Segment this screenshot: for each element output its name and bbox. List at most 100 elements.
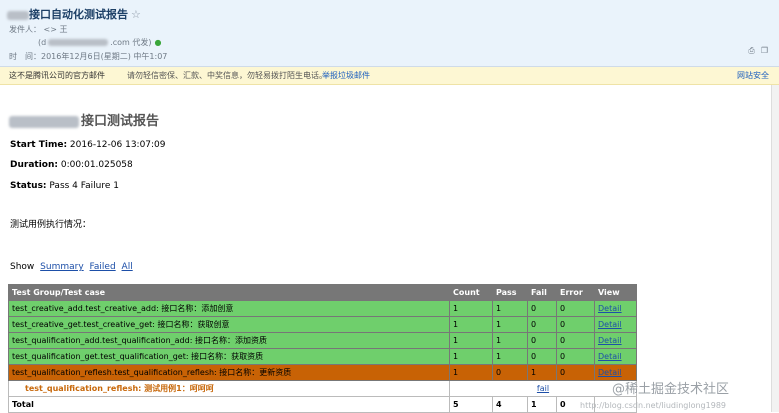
column-header: Fail	[527, 284, 557, 301]
fail-cell: 0	[527, 332, 557, 349]
verified-icon: ●	[154, 38, 162, 47]
subject-text: 接口自动化测试报告	[29, 8, 128, 21]
column-header: Pass	[492, 284, 528, 301]
table-row: test_qualification_get.test_qualificatio…	[8, 348, 637, 365]
count-cell: 1	[449, 364, 493, 381]
start-time-value: 2016-12-06 13:07:09	[69, 140, 166, 150]
fail-cell: 1	[527, 364, 557, 381]
show-failed-link[interactable]: Failed	[90, 262, 116, 272]
error-cell: 0	[556, 300, 595, 317]
from-name-tail: 王	[59, 25, 68, 34]
count-cell: 1	[449, 332, 493, 349]
report-title: 接口测试报告	[9, 110, 159, 129]
detail-link[interactable]: Detail	[598, 320, 622, 329]
report-spam-link[interactable]: 举报垃圾邮件	[322, 67, 370, 84]
warning-text-caution: 请勿轻信密保、汇款、中奖信息，勿轻易拨打陌生电话。	[127, 71, 327, 80]
column-header: Count	[449, 284, 493, 301]
pass-cell: 1	[492, 300, 528, 317]
detail-link[interactable]: Detail	[598, 336, 622, 345]
pass-cell: 0	[492, 364, 528, 381]
failed-case-result: fail	[449, 380, 637, 397]
fail-cell: 0	[527, 348, 557, 365]
mail-subject: 接口自动化测试报告 ☆	[7, 6, 141, 22]
open-window-icon[interactable]: ❐	[761, 46, 774, 55]
fail-cell: 0	[527, 316, 557, 333]
pass-cell: 1	[492, 316, 528, 333]
failed-case-name: test_qualification_reflesh: 测试用例1：呵呵呵	[8, 380, 450, 397]
status-value: Pass 4 Failure 1	[49, 181, 119, 191]
sender-address-line: (d .com 代发) ●	[38, 37, 161, 48]
error-cell: 0	[556, 332, 595, 349]
table-row: test_creative_add.test_creative_add: 接口名…	[8, 300, 637, 317]
from-name[interactable]: <>	[44, 25, 57, 34]
total-label: Total	[8, 396, 450, 413]
result-table: Test Group/Test case Count Pass Fail Err…	[8, 284, 637, 413]
pass-cell: 1	[492, 332, 528, 349]
security-warning-bar: 这不是腾讯公司的官方邮件 请勿轻信密保、汇款、中奖信息，勿轻易拨打陌生电话。 举…	[0, 67, 779, 85]
test-group-name: test_qualification_get.test_qualificatio…	[8, 348, 450, 365]
start-time-label: Start Time:	[10, 140, 68, 150]
detail-cell: Detail	[594, 300, 637, 317]
failed-case-row: test_qualification_reflesh: 测试用例1：呵呵呵 fa…	[8, 380, 637, 397]
table-row: test_creative_get.test_creative_get: 接口名…	[8, 316, 637, 333]
fail-cell: 0	[527, 300, 557, 317]
redacted-text	[7, 10, 29, 20]
pass-cell: 1	[492, 348, 528, 365]
watermark-url: http://blog.csdn.net/liudinglong1989	[580, 401, 726, 410]
test-group-name: test_creative_add.test_creative_add: 接口名…	[8, 300, 450, 317]
detail-link[interactable]: Detail	[598, 304, 622, 313]
time-line: 时 间：2016年12月6日(星期二) 中午1:07	[9, 51, 167, 62]
scrollbar[interactable]	[771, 85, 779, 412]
total-row: Total 5 4 1 0	[8, 396, 637, 413]
count-cell: 1	[449, 316, 493, 333]
site-security-link[interactable]: 网站安全	[737, 67, 769, 84]
total-fail: 1	[527, 396, 557, 413]
watermark: @稀土掘金技术社区	[612, 382, 730, 397]
report-description: 测试用例执行情况：	[10, 220, 92, 230]
start-time: Start Time: 2016-12-06 13:07:09	[10, 140, 166, 150]
duration-label: Duration:	[10, 160, 58, 170]
detail-cell: Detail	[594, 332, 637, 349]
error-cell: 0	[556, 316, 595, 333]
count-cell: 1	[449, 300, 493, 317]
column-header: Test Group/Test case	[8, 284, 450, 301]
from-address-suffix: .com 代发)	[110, 38, 152, 47]
from-address-prefix: (d	[38, 38, 47, 47]
from-label: 发件人：	[9, 25, 41, 34]
error-cell: 0	[556, 348, 595, 365]
show-label: Show	[10, 262, 35, 272]
show-all-link[interactable]: All	[122, 262, 133, 272]
redacted-title	[9, 115, 79, 128]
detail-link[interactable]: Detail	[598, 352, 622, 361]
column-header: View	[594, 284, 637, 301]
filter-links: Show Summary Failed All	[10, 262, 133, 272]
count-cell: 1	[449, 348, 493, 365]
test-group-name: test_qualification_reflesh.test_qualific…	[8, 364, 450, 381]
table-header-row: Test Group/Test case Count Pass Fail Err…	[8, 284, 637, 301]
show-summary-link[interactable]: Summary	[40, 262, 84, 272]
total-pass: 4	[492, 396, 528, 413]
detail-cell: Detail	[594, 316, 637, 333]
redacted-address	[48, 39, 109, 46]
detail-link[interactable]: Detail	[598, 368, 622, 377]
mail-header: 接口自动化测试报告 ☆ 发件人： <> 王 (d .com 代发) ● 时 间：201…	[0, 0, 779, 67]
duration: Duration: 0:00:01.025058	[10, 160, 133, 170]
status: Status: Pass 4 Failure 1	[10, 181, 119, 191]
table-row: test_qualification_reflesh.test_qualific…	[8, 364, 637, 381]
total-count: 5	[449, 396, 493, 413]
duration-value: 0:00:01.025058	[60, 160, 133, 170]
table-row: test_qualification_add.test_qualificatio…	[8, 332, 637, 349]
error-cell: 0	[556, 364, 595, 381]
test-group-name: test_qualification_add.test_qualificatio…	[8, 332, 450, 349]
test-group-name: test_creative_get.test_creative_get: 接口名…	[8, 316, 450, 333]
header-tools: ⎙❐	[748, 46, 774, 56]
sender-line: 发件人： <> 王	[9, 24, 68, 35]
fail-result-link[interactable]: fail	[537, 384, 549, 393]
time-label: 时 间：	[9, 52, 41, 61]
print-icon[interactable]: ⎙	[748, 46, 760, 55]
column-header: Error	[556, 284, 595, 301]
star-icon[interactable]: ☆	[131, 8, 141, 21]
detail-cell: Detail	[594, 348, 637, 365]
status-label: Status:	[10, 181, 47, 191]
warning-text-official: 这不是腾讯公司的官方邮件	[9, 71, 105, 80]
